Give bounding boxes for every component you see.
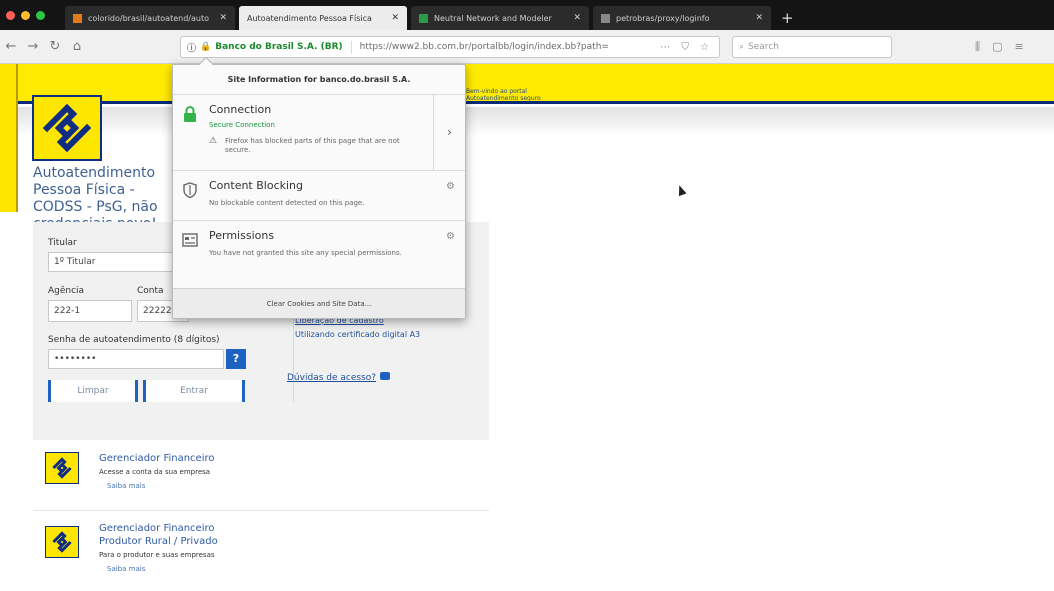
info-icon: ⓘ: [187, 43, 197, 54]
tab-favicon-icon: [419, 13, 428, 23]
senha-input[interactable]: ••••••••: [48, 349, 224, 369]
clear-cookies-button[interactable]: Clear Cookies and Site Data...: [173, 288, 465, 318]
browser-tab-4[interactable]: petrobras/proxy/loginfo ✕: [593, 6, 771, 30]
tab-title: Autoatendimento Pessoa Física: [247, 13, 372, 23]
promo-item[interactable]: Gerenciador Financeiro Acesse a conta da…: [33, 452, 489, 490]
banco-do-brasil-logo[interactable]: [32, 95, 102, 161]
permissions-desc: You have not granted this site any speci…: [209, 249, 402, 257]
connection-details-chevron-icon[interactable]: ›: [433, 95, 465, 170]
content-blocking-desc: No blockable content detected on this pa…: [209, 199, 365, 207]
url-action-icons[interactable]: ⋯ ⛉ ☆: [654, 42, 719, 53]
gerenciador-logo-icon: [45, 452, 79, 484]
promo-divider: [33, 510, 489, 511]
search-placeholder: Search: [748, 42, 779, 52]
tab-title: colorido/brasil/autoatend/auto: [88, 13, 209, 23]
tab-close-icon[interactable]: ✕: [219, 13, 227, 23]
permissions-icon: [182, 233, 198, 247]
toolbar-right-icons: ⫼▢≡: [975, 36, 1036, 58]
tab-close-icon[interactable]: ✕: [391, 13, 399, 23]
tab-title: petrobras/proxy/loginfo: [616, 13, 710, 23]
virtual-keyboard-button[interactable]: ?: [226, 349, 246, 369]
sidebar-icon[interactable]: ▢: [992, 40, 1014, 53]
tab-title: Neutral Network and Modeler: [434, 13, 552, 23]
agencia-label: Agência: [48, 286, 85, 296]
promo-more-link[interactable]: Saiba mais: [107, 482, 215, 490]
left-yellow-strip: [0, 64, 18, 212]
mouse-cursor-icon: [675, 183, 687, 197]
promo-text: Gerenciador Financeiro Acesse a conta da…: [99, 452, 215, 490]
browser-tab-3[interactable]: Neutral Network and Modeler ✕: [411, 6, 589, 30]
new-tab-button[interactable]: +: [775, 6, 800, 30]
connection-status: Secure Connection: [209, 121, 275, 129]
titular-label: Titular: [48, 238, 77, 248]
gerenciador-rural-logo-icon: [45, 526, 79, 558]
senha-label: Senha de autoatendimento (8 dígitos): [48, 335, 220, 345]
entrar-button[interactable]: Entrar: [143, 380, 245, 402]
promo-more-link[interactable]: Saiba mais: [107, 565, 229, 573]
window-controls: [6, 0, 45, 30]
agencia-input[interactable]: 222-1: [48, 300, 132, 322]
site-information-popup: Site Information for banco.do.brasil S.A…: [172, 56, 466, 319]
lock-icon: [184, 106, 196, 122]
duvidas-link-text: Dúvidas de acesso?: [287, 373, 377, 383]
shield-icon: [183, 182, 197, 199]
gear-icon[interactable]: ⚙: [446, 231, 455, 242]
browser-tab-1[interactable]: colorido/brasil/autoatend/auto ✕: [65, 6, 235, 30]
tab-close-icon[interactable]: ✕: [573, 13, 581, 23]
promo-desc: Para o produtor e suas empresas: [99, 551, 215, 559]
connection-warning: Firefox has blocked parts of this page t…: [225, 137, 400, 154]
connection-section[interactable]: Connection Secure Connection ⚠ Firefox h…: [173, 95, 465, 171]
navigation-bar: ← → ↻ ⌂ ⓘ 🔒 Banco do Brasil S.A. (BR) ht…: [0, 30, 1054, 64]
minimize-window-icon[interactable]: [21, 10, 30, 20]
home-icon[interactable]: ⌂: [66, 39, 88, 54]
url-bar[interactable]: ⓘ 🔒 Banco do Brasil S.A. (BR) https://ww…: [180, 36, 720, 58]
limpar-button[interactable]: Limpar: [48, 380, 138, 402]
tab-favicon-icon: [73, 13, 82, 23]
promo-item[interactable]: Gerenciador Financeiro Produtor Rural / …: [33, 522, 489, 573]
duvidas-link[interactable]: Dúvidas de acesso?: [287, 372, 391, 383]
promo-title[interactable]: Gerenciador Financeiro: [99, 452, 215, 465]
browser-tab-2[interactable]: Autoatendimento Pessoa Física ✕: [239, 6, 407, 30]
url-text[interactable]: https://www2.bb.com.br/portalbb/login/in…: [360, 42, 655, 52]
menu-icon[interactable]: ≡: [1014, 40, 1035, 53]
lock-icon: 🔒: [200, 42, 212, 52]
connection-title: Connection: [209, 103, 272, 116]
promo-desc: Acesse a conta da sua empresa: [99, 468, 211, 476]
browser-tab-strip: colorido/brasil/autoatend/auto ✕ Autoate…: [0, 0, 1054, 30]
band-text-line: Bem-vindo ao portal: [466, 88, 527, 95]
identity-label: Banco do Brasil S.A. (BR): [215, 42, 343, 52]
tab-close-icon[interactable]: ✕: [755, 13, 763, 23]
tab-favicon-icon: [601, 13, 610, 23]
warning-icon: ⚠: [209, 136, 218, 146]
search-input[interactable]: ⌕ Search: [732, 36, 892, 58]
certificado-link[interactable]: Utilizando certificado digital A3: [295, 330, 420, 339]
search-icon: ⌕: [739, 42, 745, 52]
chat-bubble-icon: [380, 372, 391, 380]
header-shadow: [0, 107, 1054, 137]
popup-header: Site Information for banco.do.brasil S.A…: [173, 65, 465, 95]
header-band-text: Bem-vindo ao portal Autoatendimento segu…: [466, 88, 541, 102]
promo-text: Gerenciador Financeiro Produtor Rural / …: [99, 522, 229, 573]
reload-icon[interactable]: ↻: [44, 39, 66, 54]
promo-title[interactable]: Gerenciador Financeiro Produtor Rural / …: [99, 522, 229, 548]
bb-mini-logo-icon: [52, 531, 72, 553]
permissions-section[interactable]: Permissions You have not granted this si…: [173, 221, 465, 285]
back-arrow-icon[interactable]: ←: [0, 39, 22, 54]
content-blocking-section[interactable]: Content Blocking No blockable content de…: [173, 171, 465, 221]
site-identity-button[interactable]: ⓘ 🔒 Banco do Brasil S.A. (BR): [187, 40, 352, 54]
bb-logo-icon: [42, 103, 92, 153]
zoom-window-icon[interactable]: [36, 10, 45, 20]
library-icon[interactable]: ⫼: [975, 40, 992, 53]
titular-select[interactable]: 1º Titular: [48, 252, 188, 272]
permissions-title: Permissions: [209, 229, 275, 242]
gear-icon[interactable]: ⚙: [446, 181, 455, 192]
content-blocking-title: Content Blocking: [209, 179, 304, 192]
bb-mini-logo-icon: [52, 457, 72, 479]
forward-arrow-icon[interactable]: →: [22, 39, 44, 54]
conta-label: Conta: [137, 286, 164, 296]
band-text-line: Autoatendimento seguro: [466, 95, 541, 102]
close-window-icon[interactable]: [6, 10, 15, 20]
